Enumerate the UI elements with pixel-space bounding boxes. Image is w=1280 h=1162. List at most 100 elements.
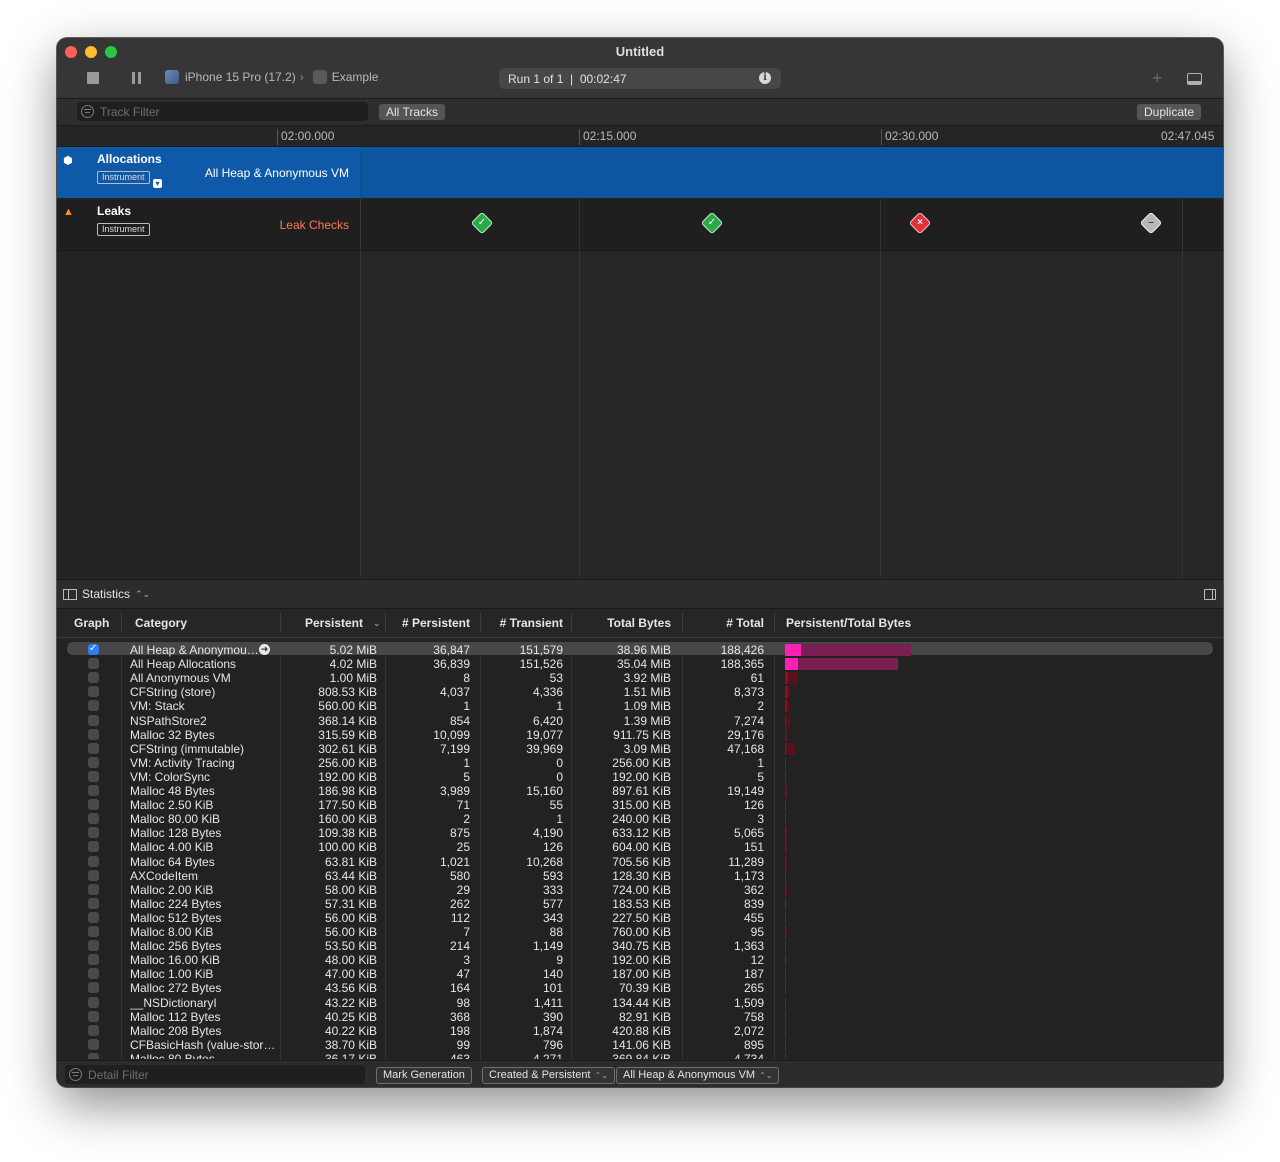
graph-checkbox[interactable] [88,642,99,656]
column-header-n-transient[interactable]: # Transient [475,616,563,630]
graph-checkbox[interactable] [88,771,99,782]
leak-check-passed-icon[interactable]: ✓ [700,211,724,235]
leak-check-pending-icon[interactable]: – [1139,211,1163,235]
table-row[interactable]: Malloc 2.00 KiB 58.00 KiB 29 333 724.00 KiB 3… [57,883,1223,897]
graph-checkbox[interactable] [88,729,99,740]
table-row[interactable]: CFString (immutable) 302.61 KiB 7,199 39,96… [57,742,1223,756]
table-row[interactable]: Malloc 208 Bytes 40.22 KiB 198 1,874 420.88 … [57,1024,1223,1038]
column-header-n-total[interactable]: # Total [677,616,764,630]
graph-checkbox[interactable] [88,940,99,951]
track-filter-input[interactable]: Track Filter [77,102,368,121]
table-row[interactable]: NSPathStore2 368.14 KiB 854 6,420 1.39 MiB 7,… [57,714,1223,728]
graph-checkbox[interactable] [88,997,99,1008]
graph-checkbox[interactable] [88,856,99,867]
table-row[interactable]: Malloc 80.00 KiB 160.00 KiB 2 1 240.00 KiB 3 [57,812,1223,826]
column-header-category[interactable]: Category [135,616,187,630]
table-row[interactable]: Malloc 32 Bytes 315.59 KiB 10,099 19,077 911… [57,728,1223,742]
table-row[interactable]: Malloc 128 Bytes 109.38 KiB 875 4,190 633.12… [57,826,1223,840]
track-label[interactable]: ▲ Leaks Instrument Leak Checks [57,199,361,250]
toggle-detail-panel-icon[interactable] [1187,73,1202,85]
graph-checkbox[interactable] [88,1053,99,1059]
pause-recording-button[interactable] [132,72,142,84]
add-instrument-icon[interactable]: + [1152,68,1163,89]
allocation-type-popup[interactable]: All Heap & Anonymous VM ⌃⌄ [616,1067,780,1084]
table-row[interactable]: CFBasicHash (value-stor… 38.70 KiB 99 796 14… [57,1038,1223,1052]
graph-checkbox[interactable] [88,884,99,895]
table-row[interactable]: Malloc 4.00 KiB 100.00 KiB 25 126 604.00 KiB… [57,840,1223,854]
column-header-persistent[interactable]: Persistent [279,616,363,630]
arrow-right-circle-icon[interactable]: ➜ [259,644,270,655]
graph-checkbox[interactable] [88,827,99,838]
target-selector[interactable]: iPhone 15 Pro (17.2) › Example [165,70,378,84]
graph-checkbox[interactable] [88,926,99,937]
graph-checkbox[interactable] [88,757,99,768]
table-row[interactable]: Malloc 272 Bytes 43.56 KiB 164 101 70.39 KiB… [57,981,1223,995]
graph-checkbox[interactable] [88,743,99,754]
table-row[interactable]: Malloc 112 Bytes 40.25 KiB 368 390 82.91 KiB… [57,1010,1223,1024]
table-row[interactable]: Malloc 16.00 KiB 48.00 KiB 3 9 192.00 KiB 12 [57,953,1223,967]
chevron-down-icon[interactable]: ▾ [153,179,162,188]
table-row[interactable]: CFString (store) 808.53 KiB 4,037 4,336 1.51… [57,685,1223,699]
leak-check-passed-icon[interactable]: ✓ [470,211,494,235]
graph-checkbox[interactable] [88,1025,99,1036]
table-row[interactable]: Malloc 256 Bytes 53.50 KiB 214 1,149 340.75 … [57,939,1223,953]
graph-checkbox[interactable] [88,715,99,726]
table-row[interactable]: Malloc 64 Bytes 63.81 KiB 1,021 10,268 705.5… [57,855,1223,869]
track-graph[interactable] [361,147,1223,198]
column-header-total-bytes[interactable]: Total Bytes [567,616,671,630]
column-header-graph[interactable]: Graph [74,616,109,630]
detail-filter-input[interactable]: Detail Filter [65,1065,365,1084]
graph-checkbox[interactable] [88,898,99,909]
graph-checkbox[interactable] [88,954,99,965]
graph-checkbox[interactable] [88,1011,99,1022]
inspector-toggle-icon[interactable] [1204,589,1216,600]
table-row[interactable]: VM: Stack 560.00 KiB 1 1 1.09 MiB 2 [57,699,1223,713]
detail-view-selector[interactable]: Statistics ⌃⌄ [63,587,150,601]
graph-checkbox[interactable] [88,813,99,824]
mark-generation-button[interactable]: Mark Generation [376,1067,472,1084]
table-row[interactable]: Malloc 80 Bytes 36.17 KiB 463 4,271 369.84 K… [57,1052,1223,1059]
info-icon[interactable]: i [759,72,771,84]
track-allocations[interactable]: ⬢ Allocations Instrument ▾ All Heap & An… [57,147,1223,198]
graph-checkbox[interactable] [88,982,99,993]
stop-recording-button[interactable] [87,72,99,84]
table-row[interactable]: Malloc 224 Bytes 57.31 KiB 262 577 183.53 Ki… [57,897,1223,911]
table-row[interactable]: __NSDictionaryI 43.22 KiB 98 1,411 134.44 Ki… [57,996,1223,1010]
graph-checkbox[interactable] [88,1039,99,1050]
column-separator[interactable] [121,613,122,633]
leak-detected-icon[interactable]: × [908,211,932,235]
duplicate-button[interactable]: Duplicate [1137,104,1202,120]
table-row[interactable]: Malloc 48 Bytes 186.98 KiB 3,989 15,160 897.… [57,784,1223,798]
table-row[interactable]: AXCodeItem 63.44 KiB 580 593 128.30 KiB 1,173 [57,869,1223,883]
table-row[interactable]: Malloc 8.00 KiB 56.00 KiB 7 88 760.00 KiB 95 [57,925,1223,939]
graph-checkbox[interactable] [88,968,99,979]
column-header-persistent-total-bytes[interactable]: Persistent/Total Bytes [786,616,911,630]
table-row[interactable]: VM: Activity Tracing 256.00 KiB 1 0 256.00 K… [57,756,1223,770]
table-row[interactable]: All Anonymous VM 1.00 MiB 8 53 3.92 MiB 61 [57,671,1223,685]
column-separator[interactable] [774,613,775,633]
table-row[interactable]: Malloc 512 Bytes 56.00 KiB 112 343 227.50 Ki… [57,911,1223,925]
graph-checkbox[interactable] [88,658,99,669]
table-row[interactable]: All Heap Allocations 4.02 MiB 36,839 151,52… [57,657,1223,671]
graph-checkbox[interactable] [88,870,99,881]
graph-checkbox[interactable] [88,799,99,810]
table-row[interactable]: Malloc 2.50 KiB 177.50 KiB 71 55 315.00 KiB 1… [57,798,1223,812]
graph-checkbox[interactable] [88,686,99,697]
graph-checkbox[interactable] [88,841,99,852]
lifespan-popup[interactable]: Created & Persistent ⌃⌄ [482,1067,615,1084]
timeline-ruler[interactable]: 02:00.000 02:15.000 02:30.000 02:47.045 [57,126,1223,147]
table-row[interactable]: All Heap & Anonymou… 5.02 MiB 36,847 151,57… [57,642,1223,657]
statistics-table[interactable]: All Heap & Anonymou… 5.02 MiB 36,847 151,57… [57,641,1223,1059]
table-row[interactable]: Malloc 1.00 KiB 47.00 KiB 47 140 187.00 KiB 1… [57,967,1223,981]
graph-checkbox[interactable] [88,672,99,683]
track-label[interactable]: ⬢ Allocations Instrument ▾ All Heap & An… [57,147,361,198]
track-leaks[interactable]: ▲ Leaks Instrument Leak Checks ✓ ✓ × – [57,199,1223,251]
graph-checkbox[interactable] [88,785,99,796]
track-graph[interactable]: ✓ ✓ × – [361,199,1223,250]
graph-checkbox[interactable] [88,912,99,923]
column-header-n-persistent[interactable]: # Persistent [382,616,470,630]
table-row[interactable]: VM: ColorSync 192.00 KiB 5 0 192.00 KiB 5 [57,770,1223,784]
run-status[interactable]: Run 1 of 1 | 00:02:47 i [499,68,781,89]
all-tracks-button[interactable]: All Tracks [379,104,446,120]
graph-checkbox[interactable] [88,700,99,711]
